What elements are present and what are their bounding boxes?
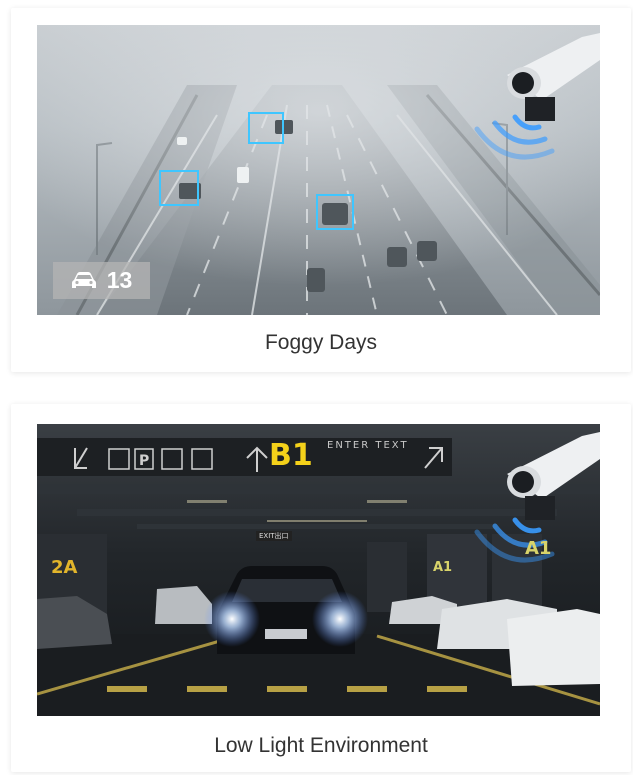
- zone-label-a1: A1: [433, 560, 453, 575]
- card-caption: Foggy Days: [264, 331, 378, 354]
- foggy-days-card[interactable]: 13 Foggy Days: [11, 8, 631, 372]
- vehicle-count-badge: 13: [53, 262, 150, 299]
- enter-sign: ENTER TEXT: [327, 440, 409, 451]
- svg-text:P: P: [139, 453, 149, 469]
- zone-label-2a: 2A: [51, 557, 78, 578]
- vehicle-count: 13: [106, 267, 133, 293]
- zone-label-a1-large: A1: [525, 538, 552, 559]
- parking-garage-image: P B1 ENTER TEXT EXIT出口 2A A1 A1: [37, 424, 600, 716]
- foggy-highway-image: 13: [37, 25, 600, 315]
- low-light-card[interactable]: P B1 ENTER TEXT EXIT出口 2A A1 A1 Low Ligh…: [11, 404, 631, 772]
- exit-sign: EXIT出口: [256, 531, 292, 541]
- level-sign: B1: [269, 438, 313, 473]
- car-icon: [71, 271, 96, 288]
- card-caption: Low Light Environment: [214, 734, 428, 757]
